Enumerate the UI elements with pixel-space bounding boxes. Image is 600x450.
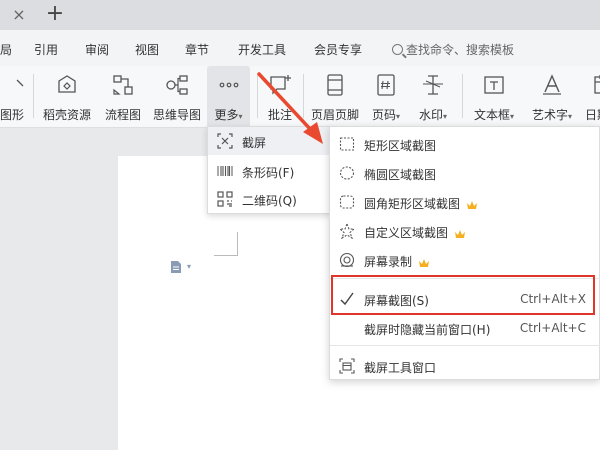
- crown-icon: [455, 230, 466, 238]
- screenshot-submenu: 矩形区域截图 椭圆区域截图 圆角矩形区域截图 自定义区域截图 屏幕录制 屏幕截图…: [329, 126, 600, 380]
- ellipse-region-icon: [339, 166, 355, 180]
- menu-item-references[interactable]: 引用: [34, 41, 58, 58]
- menu-item-view[interactable]: 视图: [135, 41, 159, 58]
- qrcode-icon: [217, 191, 233, 207]
- ellipse-region-label: 椭圆区域截图: [364, 168, 437, 182]
- rect-region-icon: [339, 137, 355, 151]
- new-tab-icon[interactable]: +: [44, 3, 66, 25]
- document-caret-icon[interactable]: ▾: [187, 262, 191, 271]
- page-number-label: 页码▾: [371, 108, 401, 122]
- menu-item-member[interactable]: 会员专享: [314, 41, 362, 58]
- menu-item-ellipse-region[interactable]: 椭圆区域截图: [330, 158, 600, 187]
- title-bar: × +: [0, 0, 600, 30]
- barcode-label: 条形码(F): [242, 166, 295, 180]
- document-icon[interactable]: [170, 260, 182, 274]
- menu-item-rounded-rect-region[interactable]: 圆角矩形区域截图: [330, 187, 600, 216]
- textbox-button[interactable]: 文本框▾: [468, 66, 520, 128]
- screen-record-icon: [339, 252, 355, 268]
- date-icon: [594, 75, 600, 94]
- watermark-button[interactable]: 水印▾: [412, 66, 454, 128]
- highlight-annotation: [331, 275, 595, 315]
- wordart-icon: [543, 74, 561, 95]
- wordart-caret-icon: ▾: [568, 112, 573, 121]
- flowchart-icon: [113, 75, 133, 95]
- more-label: 更多▾: [214, 108, 243, 122]
- menu-item-developer[interactable]: 开发工具: [238, 41, 286, 58]
- rect-region-label: 矩形区域截图: [364, 139, 437, 153]
- search-placeholder: 查找命令、搜索模板: [406, 43, 515, 57]
- docer-button[interactable]: 稻壳资源: [40, 66, 94, 128]
- margin-corner-mark: [214, 232, 238, 256]
- shapes-button[interactable]: 图形: [0, 66, 32, 128]
- page-number-caret-icon: ▾: [396, 112, 401, 121]
- textbox-caret-icon: ▾: [510, 112, 515, 121]
- page-number-icon: [377, 74, 395, 96]
- menu-item-barcode[interactable]: 条形码(F): [208, 157, 331, 185]
- more-caret-icon: ▾: [238, 112, 243, 121]
- crown-icon: [419, 259, 430, 267]
- mindmap-icon: [166, 75, 188, 95]
- page-number-button[interactable]: 页码▾: [367, 66, 405, 128]
- textbox-icon: [484, 76, 504, 94]
- crown-icon: [467, 201, 478, 209]
- arrow-annotation: [257, 72, 323, 144]
- search-icon: [392, 44, 403, 55]
- command-search[interactable]: 查找命令、搜索模板: [392, 41, 514, 58]
- date-button[interactable]: 日期: [584, 66, 600, 128]
- shapes-icon: [16, 79, 24, 87]
- menu-separator: [330, 345, 600, 346]
- wordart-label: 艺术字▾: [531, 108, 573, 122]
- qrcode-label: 二维码(Q): [242, 194, 297, 208]
- menu-item-rect-region[interactable]: 矩形区域截图: [330, 129, 600, 158]
- rounded-rect-region-label: 圆角矩形区域截图: [364, 195, 478, 212]
- menu-item-review[interactable]: 审阅: [85, 41, 109, 58]
- menu-item-qrcode[interactable]: 二维码(Q): [208, 185, 331, 213]
- mindmap-label: 思维导图: [152, 108, 201, 122]
- menu-item-layout[interactable]: 局: [0, 41, 12, 58]
- hide-window-shortcut: Ctrl+Alt+C: [519, 321, 586, 335]
- date-label: 日期: [585, 108, 600, 122]
- more-icon: [219, 82, 238, 88]
- hide-window-label: 截屏时隐藏当前窗口(H): [364, 323, 491, 337]
- watermark-label: 水印▾: [418, 108, 448, 122]
- wordart-button[interactable]: 艺术字▾: [525, 66, 579, 128]
- custom-region-label: 自定义区域截图: [364, 224, 466, 241]
- screen-record-label: 屏幕录制: [364, 253, 430, 270]
- screenshot-tool-icon: [339, 358, 355, 374]
- screenshot-tool-label: 截屏工具窗口: [364, 361, 437, 375]
- custom-region-icon: [339, 223, 355, 239]
- menu-item-screenshot-tool[interactable]: 截屏工具窗口: [330, 351, 600, 380]
- menu-item-custom-region[interactable]: 自定义区域截图: [330, 216, 600, 245]
- docer-label: 稻壳资源: [42, 108, 91, 122]
- flowchart-button[interactable]: 流程图: [100, 66, 146, 128]
- more-button[interactable]: 更多▾: [207, 66, 250, 128]
- menu-bar: 局 引用 审阅 视图 章节 开发工具 会员专享 查找命令、搜索模板: [0, 30, 600, 66]
- barcode-icon: [217, 166, 233, 176]
- docer-icon: [58, 75, 76, 93]
- screenshot-icon: [217, 133, 233, 149]
- menu-item-hide-window[interactable]: 截屏时隐藏当前窗口(H) Ctrl+Alt+C: [330, 313, 600, 342]
- mindmap-button[interactable]: 思维导图: [150, 66, 204, 128]
- menu-item-section[interactable]: 章节: [185, 41, 209, 58]
- rounded-rect-region-icon: [339, 195, 355, 209]
- shapes-label: 图形: [0, 108, 24, 122]
- close-tab-icon[interactable]: ×: [10, 6, 28, 24]
- watermark-caret-icon: ▾: [443, 112, 448, 121]
- textbox-label: 文本框▾: [473, 108, 515, 122]
- flowchart-label: 流程图: [104, 108, 141, 122]
- ribbon-separator: [33, 74, 34, 118]
- ribbon-separator: [462, 74, 463, 118]
- watermark-icon: [423, 75, 443, 95]
- menu-item-screen-record[interactable]: 屏幕录制: [330, 245, 600, 274]
